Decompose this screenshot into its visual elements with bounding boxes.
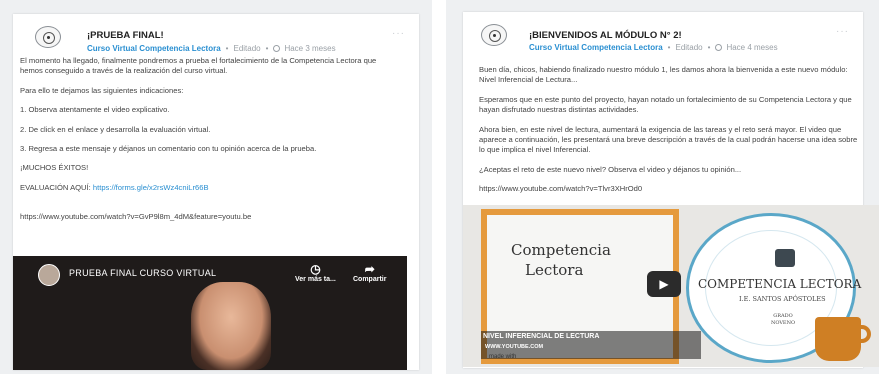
coffee-cup-image — [815, 317, 861, 361]
video-caption-url: WWW.YOUTUBE.COM — [485, 344, 544, 350]
video-player[interactable]: PRUEBA FINAL CURSO VIRTUAL ◷ Ver más ta.… — [13, 256, 407, 370]
post-header: ¡BIENVENIDOS AL MÓDULO N° 2! Curso Virtu… — [463, 12, 863, 56]
post-paragraph: ¿Aceptas el reto de este nuevo nivel? Ob… — [479, 164, 742, 174]
post-paragraph: ¡MUCHOS ÉXITOS! — [20, 163, 89, 173]
post-title: ¡BIENVENIDOS AL MÓDULO N° 2! — [529, 30, 682, 41]
share-label: Compartir — [353, 276, 387, 283]
post-paragraph: 2. De click en el enlace y desarrolla la… — [20, 124, 211, 134]
post-time: Hace 3 meses — [284, 44, 336, 53]
meta-separator: • — [707, 43, 711, 52]
post-meta: Curso Virtual Competencia Lectora • Editad… — [529, 43, 778, 52]
board-text: Lectora — [525, 261, 584, 279]
post-paragraph: Buen día, chicos, habiendo finalizado nu… — [479, 65, 848, 85]
meta-separator: • — [225, 44, 229, 53]
video-title[interactable]: PRUEBA FINAL CURSO VIRTUAL — [69, 268, 216, 278]
course-link[interactable]: Curso Virtual Competencia Lectora — [87, 44, 221, 53]
watch-later-label: Ver más ta... — [295, 276, 336, 283]
post-paragraph: 1. Observa atentamente el video explicat… — [20, 105, 170, 115]
meta-separator: • — [667, 43, 671, 52]
avatar[interactable] — [35, 26, 61, 48]
share-icon: ➦ — [364, 262, 375, 276]
course-link[interactable]: Curso Virtual Competencia Lectora — [529, 43, 663, 52]
computer-icon — [775, 249, 795, 267]
left-panel: ¡PRUEBA FINAL! Curso Virtual Competencia… — [0, 0, 432, 374]
avatar[interactable] — [481, 24, 507, 46]
video-player[interactable]: Competencia Lectora COMPETENCIA LECTORA … — [463, 205, 879, 367]
evaluation-link[interactable]: https://forms.gle/x2rsWz4cniLr66B — [93, 183, 209, 192]
post-paragraph: 3. Regresa a este mensaje y déjanos un c… — [20, 144, 317, 154]
channel-avatar[interactable] — [38, 264, 60, 286]
post-body: El momento ha llegado, finalmente pondre… — [20, 56, 390, 223]
post-time: Hace 4 meses — [726, 43, 778, 52]
more-options-icon[interactable]: ··· — [392, 28, 405, 39]
made-with-label: made with — [489, 354, 517, 360]
edited-label: Editado — [233, 44, 261, 53]
clock-icon: ◷ — [310, 262, 321, 276]
evaluation-label: EVALUACIÓN AQUÍ: — [20, 182, 91, 192]
badge-school: I.E. SANTOS APÓSTOLES — [739, 295, 826, 303]
edited-label: Editado — [675, 43, 703, 52]
coffee-cup-handle — [857, 325, 871, 343]
post-paragraph: El momento ha llegado, finalmente pondre… — [20, 56, 377, 76]
clock-icon — [715, 44, 723, 51]
meta-separator: • — [265, 44, 269, 53]
video-link[interactable]: https://www.youtube.com/watch?v=Tlvr3XHr… — [479, 184, 859, 194]
post-meta: Curso Virtual Competencia Lectora • Editad… — [87, 44, 336, 53]
post-title: ¡PRUEBA FINAL! — [87, 30, 164, 41]
video-caption-title: NIVEL INFERENCIAL DE LECTURA — [483, 333, 600, 340]
share-button[interactable]: ➦ Compartir — [353, 262, 386, 283]
post-paragraph: Para ello te dejamos las siguientes indi… — [20, 85, 184, 95]
post-body: Buen día, chicos, habiendo finalizado nu… — [479, 65, 859, 195]
board-text: Competencia — [511, 241, 611, 259]
badge-grade: GRADO NOVENO — [770, 313, 796, 326]
video-thumbnail-person — [191, 282, 271, 370]
clock-icon — [273, 45, 281, 52]
play-icon[interactable]: ▶ — [647, 271, 681, 297]
evaluation-line: EVALUACIÓN AQUÍ: https://forms.gle/x2rsW… — [20, 183, 390, 193]
post-paragraph: Esperamos que en este punto del proyecto… — [479, 94, 852, 115]
watch-later-button[interactable]: ◷ Ver más ta... — [295, 262, 336, 283]
post-paragraph: Ahora bien, en este nivel de lectura, au… — [479, 124, 858, 155]
more-options-icon[interactable]: ··· — [836, 26, 849, 37]
video-link[interactable]: https://www.youtube.com/watch?v=GvP9l8m_… — [20, 212, 390, 222]
post-header: ¡PRUEBA FINAL! Curso Virtual Competencia… — [13, 14, 419, 58]
badge-title: COMPETENCIA LECTORA — [698, 277, 862, 291]
